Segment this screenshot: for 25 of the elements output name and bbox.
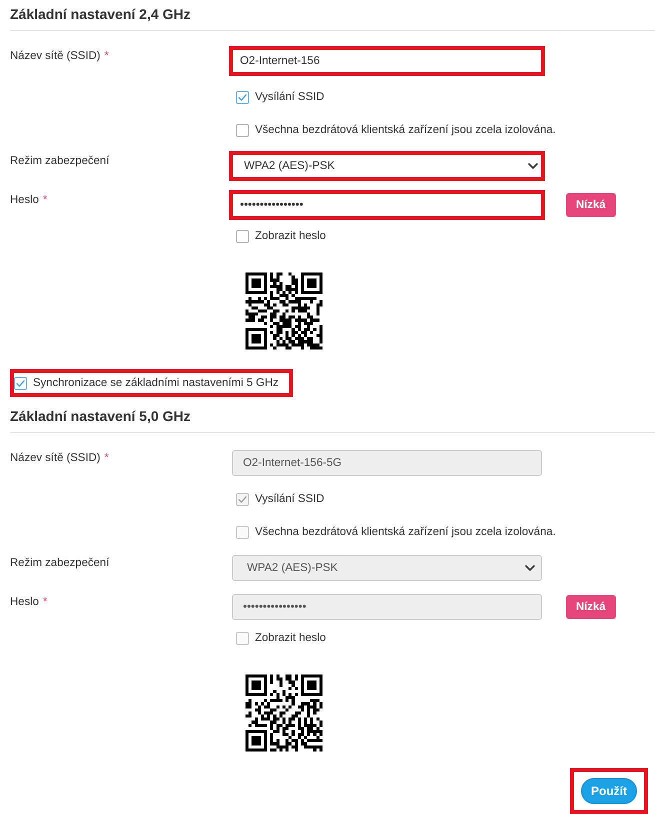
section-title: Základní nastavení 2,4 GHz xyxy=(10,5,655,31)
checkbox-label[interactable]: Zobrazit heslo xyxy=(255,228,326,244)
checkbox[interactable] xyxy=(14,376,27,390)
checkbox[interactable] xyxy=(236,90,249,104)
section-title: Základní nastavení 5,0 GHz xyxy=(10,407,655,433)
strength-badge: Nízká xyxy=(566,193,616,217)
checkmark-icon xyxy=(16,380,25,386)
field-label: Režim zabezpečení xyxy=(10,556,110,571)
checkbox[interactable] xyxy=(236,230,249,242)
strength-badge: Nízká xyxy=(566,595,616,619)
field-label: Heslo xyxy=(10,595,39,610)
required-mark: * xyxy=(104,451,109,466)
checkbox-label[interactable]: Synchronizace se základními nastaveními 5 GHz xyxy=(33,375,279,391)
checkbox-label[interactable]: Vysílání SSID xyxy=(255,89,324,105)
checkbox[interactable] xyxy=(236,124,249,136)
required-mark: * xyxy=(104,49,109,64)
chevron-down-icon xyxy=(528,163,538,169)
field-label: Název sítě (SSID) xyxy=(10,451,100,466)
field-label: Režim zabezpečení xyxy=(10,154,110,169)
required-mark: * xyxy=(42,595,48,610)
field-label: Heslo xyxy=(10,193,39,208)
checkbox-label[interactable]: Všechna bezdrátová klientská zařízení jsou zcela izolována. xyxy=(255,122,556,138)
required-mark: * xyxy=(42,193,48,208)
field-label: Název sítě (SSID) xyxy=(10,49,100,64)
chevron-down-icon xyxy=(525,565,535,571)
